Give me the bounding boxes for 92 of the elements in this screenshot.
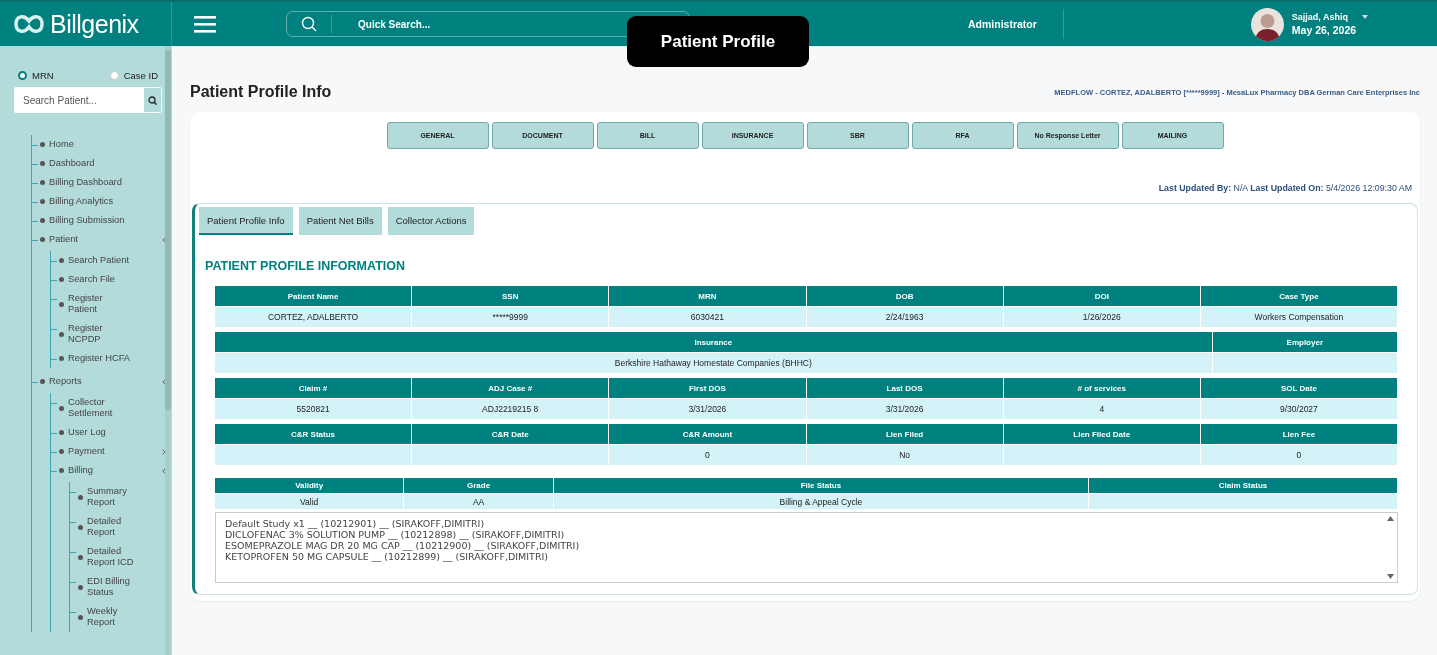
search-by-radio[interactable]: Case ID xyxy=(109,70,158,81)
tab[interactable]: Collector Actions xyxy=(387,207,475,235)
column-header: DOI xyxy=(1003,286,1201,306)
table-cell: 3/31/2026 xyxy=(806,398,1004,419)
column-header: Lien Fee xyxy=(1200,424,1398,444)
bullet-icon xyxy=(59,356,64,361)
search-icon xyxy=(301,16,317,32)
caret-icon xyxy=(1362,15,1369,19)
study-item[interactable]: Default Study x1 __ (10212901) __ (SIRAKOFF,DIMITRI) xyxy=(225,518,1379,529)
user-avatar[interactable] xyxy=(1250,7,1284,41)
table-cell: 5520821 xyxy=(215,398,413,419)
bullet-icon xyxy=(59,449,64,454)
bullet-icon xyxy=(59,468,64,473)
table-cell: Billing & Appeal Cycle xyxy=(553,493,1090,509)
column-header: First DOS xyxy=(609,378,807,398)
column-header: SOL Date xyxy=(1200,378,1398,398)
column-header: Insurance xyxy=(215,332,1213,352)
table-cell: CORTEZ, ADALBERTO xyxy=(215,306,413,327)
column-header: Claim Status xyxy=(1089,478,1398,493)
menu-icon xyxy=(194,15,216,33)
column-header: Grade xyxy=(404,478,554,493)
table-cell: Valid xyxy=(215,493,405,509)
bullet-icon xyxy=(78,614,83,620)
column-header: Lien Filed Date xyxy=(1003,424,1201,444)
scrollbar-thumb[interactable] xyxy=(165,50,171,410)
study-item[interactable]: KETOPROFEN 50 MG CAPSULE __ (10212899) __ (SIRAKOFF,DIMITRI) xyxy=(225,551,1379,562)
column-header: C&R Amount xyxy=(609,424,807,444)
section-title: PATIENT PROFILE INFORMATION xyxy=(205,259,406,273)
bullet-icon xyxy=(78,584,83,590)
last-updated-text: Last Updated By: N/A Last Updated On: 5/4/2026 12:09:30 AM xyxy=(1157,183,1412,193)
bullet-icon xyxy=(59,277,64,282)
tab[interactable]: Patient Profile Info xyxy=(199,207,293,235)
table-cell: ADJ2219215 8 xyxy=(412,398,610,419)
column-header: SSN xyxy=(412,286,610,306)
user-name[interactable]: Sajjad, Ashiq xyxy=(1291,12,1349,22)
bullet-icon xyxy=(59,430,64,435)
table-cell: Berkshire Hathaway Homestate Companies (BHHC) xyxy=(215,352,1213,373)
bullet-icon xyxy=(78,494,83,500)
column-header: DOB xyxy=(806,286,1004,306)
column-header: C&R Date xyxy=(412,424,610,444)
column-header: ADJ Case # xyxy=(412,378,610,398)
bullet-icon xyxy=(59,405,64,411)
table-cell: 4 xyxy=(1003,398,1201,419)
user-role: Administrator xyxy=(968,9,1064,39)
search-button[interactable] xyxy=(143,87,162,113)
bullet-icon xyxy=(40,142,45,147)
column-header: MRN xyxy=(609,286,807,306)
bullet-icon xyxy=(40,218,45,223)
bullet-icon xyxy=(59,258,64,263)
page-tooltip: Patient Profile xyxy=(627,16,809,67)
table-cell: 0 xyxy=(1200,444,1398,465)
column-header: Patient Name xyxy=(215,286,413,306)
column-header: Validity xyxy=(215,478,405,493)
study-item[interactable]: DICLOFENAC 3% SOLUTION PUMP __ (10212898) __ (SIRAKOFF,DIMITRI) xyxy=(225,529,1379,540)
column-header: Employer xyxy=(1212,332,1398,352)
page-title: Patient Profile Info xyxy=(190,83,332,101)
bullet-icon xyxy=(78,524,83,530)
table-cell: 0 xyxy=(609,444,807,465)
column-header: Claim # xyxy=(215,378,413,398)
tab[interactable]: Patient Net Bills xyxy=(298,207,382,235)
study-item[interactable]: ESOMEPRAZOLE MAG DR 20 MG CAP __ (10212900) __ (SIRAKOFF,DIMITRI) xyxy=(225,540,1379,551)
bullet-icon xyxy=(40,237,45,242)
table-cell: 3/31/2026 xyxy=(609,398,807,419)
column-header: Lien Filed xyxy=(806,424,1004,444)
search-icon xyxy=(148,95,157,105)
logo-icon xyxy=(12,12,46,36)
bullet-icon xyxy=(40,199,45,204)
scroll-up-icon xyxy=(1387,516,1394,521)
table-cell: No xyxy=(806,444,1004,465)
bullet-icon xyxy=(59,331,64,337)
bullet-icon xyxy=(40,180,45,185)
search-by-radio[interactable]: MRN xyxy=(18,70,54,81)
bullet-icon xyxy=(78,554,83,560)
bullet-icon xyxy=(40,161,45,166)
table-cell: Workers Compensation xyxy=(1200,306,1398,327)
table-cell: 2/24/1963 xyxy=(806,306,1004,327)
column-header: # of services xyxy=(1003,378,1201,398)
column-header: File Status xyxy=(553,478,1090,493)
current-date: May 26, 2026 xyxy=(1291,24,1358,36)
table-cell: 9/30/2027 xyxy=(1200,398,1398,419)
table-cell: 1/26/2026 xyxy=(1003,306,1201,327)
logo-text: Billgenix xyxy=(50,9,139,39)
scroll-down-icon xyxy=(1387,574,1394,579)
column-header: Last DOS xyxy=(806,378,1004,398)
menu-button[interactable] xyxy=(194,15,216,33)
table-cell: 6030421 xyxy=(609,306,807,327)
bullet-icon xyxy=(59,301,64,307)
table-cell: AA xyxy=(404,493,554,509)
bullet-icon xyxy=(40,379,45,384)
column-header: Case Type xyxy=(1200,286,1398,306)
table-cell: *****9999 xyxy=(412,306,610,327)
column-header: C&R Status xyxy=(215,424,413,444)
